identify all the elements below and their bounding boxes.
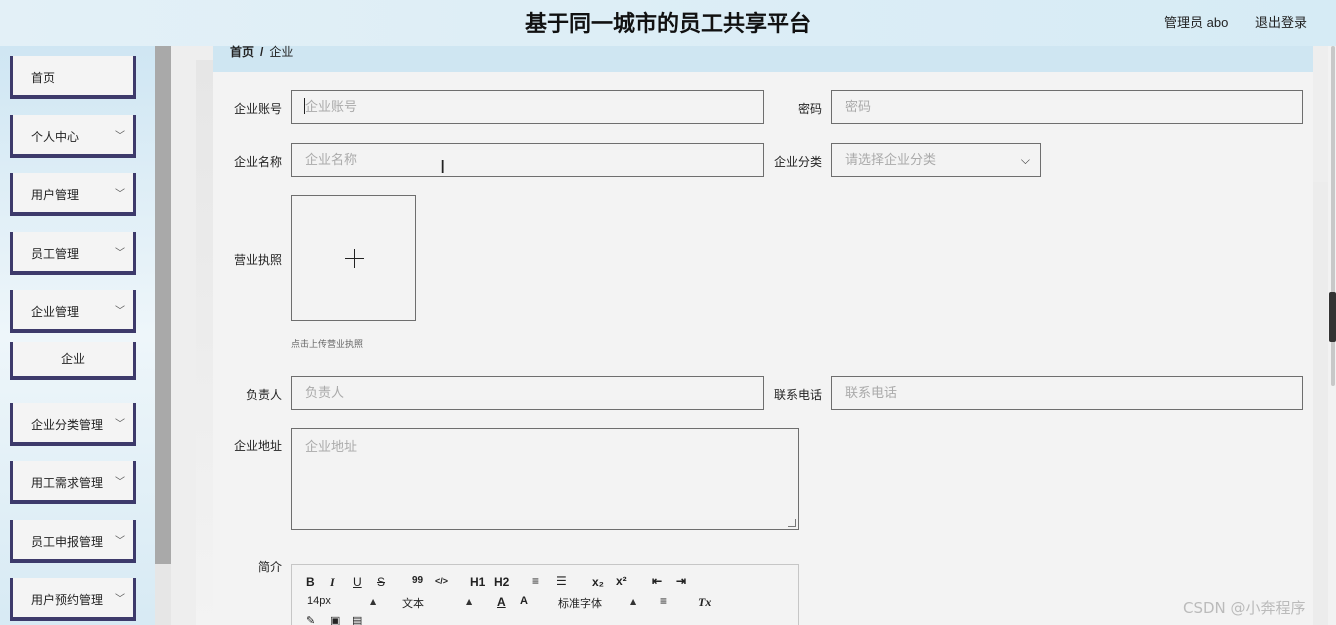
form-scroll-track[interactable] [1313,182,1328,625]
heading1-icon[interactable]: H1 [470,575,485,589]
manager-input[interactable]: 负责人 [291,376,764,410]
code-block-icon[interactable]: </> [435,576,448,586]
bullet-list-icon[interactable]: ☰ [556,574,567,588]
address-placeholder: 企业地址 [305,439,358,454]
strikethrough-icon[interactable]: S [377,575,385,589]
chevron-down-icon: ﹀ [115,536,125,547]
name-label: 企业名称 [233,155,282,169]
clear-format-icon[interactable]: Tx [698,595,711,610]
decorative-strip [196,60,214,625]
sidebar-item-staff-management[interactable]: 员工管理 ﹀ [10,232,136,275]
chevron-down-icon: ⌵ [1020,153,1030,167]
underline-icon[interactable]: U [353,575,362,589]
sidebar-scrollbar[interactable] [155,46,171,564]
account-label: 企业账号 [233,102,282,116]
license-label: 营业执照 [233,253,282,267]
rich-text-editor[interactable]: B I U S 99 </> H1 H2 ≡ ☰ x₂ x² ⇤ ⇥ 14px … [291,564,799,625]
phone-label: 联系电话 [773,388,822,402]
category-select[interactable]: 请选择企业分类 ⌵ [831,143,1041,177]
indent-icon[interactable]: ⇥ [676,574,686,588]
chevron-down-icon: ﹀ [115,131,125,142]
breadcrumb: 首页 / 企业 [230,43,293,60]
link-icon[interactable]: ✎ [306,614,315,625]
top-header: 基于同一城市的员工共享平台 管理员 abo 退出登录 [0,0,1336,46]
category-select-placeholder: 请选择企业分类 [845,152,937,167]
updown-icon: ▲ [466,597,473,606]
watermark: CSDN @小奔程序 [1183,599,1306,617]
sidebar-item-label: 用工需求管理 [31,476,104,490]
app-title: 基于同一城市的员工共享平台 [524,12,811,37]
updown-icon: ▲ [630,597,637,606]
align-icon[interactable]: ≡ [660,594,667,608]
chevron-down-icon: ﹀ [115,248,125,259]
sidebar-item-label: 个人中心 [31,130,80,144]
sidebar-item-report-management[interactable]: 员工申报管理 ﹀ [10,520,136,563]
category-label: 企业分类 [773,155,822,169]
breadcrumb-home[interactable]: 首页 [230,45,254,59]
scroll-marker [1329,292,1336,342]
sidebar-item-category-management[interactable]: 企业分类管理 ﹀ [10,403,136,446]
license-upload[interactable] [291,195,416,321]
sidebar-item-label: 员工申报管理 [31,535,104,549]
font-size-select[interactable]: 14px [307,595,331,607]
sidebar-item-company-management[interactable]: 企业管理 ﹀ [10,290,136,333]
background-color-icon[interactable]: A [520,595,528,607]
sidebar-item-label: 用户预约管理 [31,593,104,607]
sidebar-subitem-company[interactable]: 企业 [10,342,136,380]
chevron-down-icon: ﹀ [115,189,125,200]
address-textarea[interactable]: 企业地址 [291,428,799,530]
updown-icon: ▲ [370,597,377,606]
sidebar-item-reservation-management[interactable]: 用户预约管理 ﹀ [10,578,136,621]
subscript-icon[interactable]: x₂ [592,575,604,589]
sidebar-item-label: 用户管理 [31,188,80,202]
sidebar-scroll-track[interactable] [155,564,171,625]
chevron-down-icon: ﹀ [115,477,125,488]
name-input[interactable]: 企业名称 [291,143,764,177]
sidebar-item-demand-management[interactable]: 用工需求管理 ﹀ [10,461,136,504]
sidebar-item-home[interactable]: 首页 [10,56,136,99]
sidebar-item-label: 员工管理 [31,247,80,261]
breadcrumb-separator: / [260,45,264,59]
image-icon[interactable]: ▣ [330,614,340,625]
video-icon[interactable]: ▤ [352,614,362,625]
outdent-icon[interactable]: ⇤ [652,574,662,588]
logout-link[interactable]: 退出登录 [1255,12,1307,31]
chevron-down-icon: ﹀ [115,419,125,430]
password-input[interactable]: 密码 [831,90,1303,124]
account-input[interactable]: 企业账号 [291,90,764,124]
heading2-icon[interactable]: H2 [494,575,509,589]
sidebar-item-user-management[interactable]: 用户管理 ﹀ [10,173,136,216]
superscript-icon[interactable]: x² [616,574,627,588]
chevron-down-icon: ﹀ [115,594,125,605]
mouse-ibeam-icon: I [440,157,446,178]
text-caret [304,98,305,114]
address-label: 企业地址 [233,439,282,453]
ordered-list-icon[interactable]: ≡ [532,574,539,588]
chevron-down-icon: ﹀ [115,306,125,317]
password-label: 密码 [797,102,822,116]
breadcrumb-current: 企业 [269,45,294,59]
resize-handle-icon[interactable] [788,519,796,527]
blockquote-icon[interactable]: 99 [412,575,423,586]
current-user: 管理员 abo [1164,15,1229,30]
italic-icon[interactable]: I [330,575,335,590]
text-type-select[interactable]: 文本 [402,595,424,611]
manager-label: 负责人 [245,388,282,402]
sidebar-item-label: 企业分类管理 [31,418,104,432]
breadcrumb-bar [213,46,1313,72]
plus-icon-vertical [354,249,355,268]
intro-label: 简介 [257,560,282,574]
phone-input[interactable]: 联系电话 [831,376,1303,410]
bold-icon[interactable]: B [306,575,315,589]
font-family-select[interactable]: 标准字体 [558,595,602,611]
sidebar-item-personal-center[interactable]: 个人中心 ﹀ [10,115,136,158]
license-upload-hint: 点击上传营业执照 [291,339,364,349]
font-color-icon[interactable]: A [497,595,506,609]
sidebar-item-label: 企业管理 [31,305,80,319]
sidebar-item-label: 首页 [31,71,56,85]
